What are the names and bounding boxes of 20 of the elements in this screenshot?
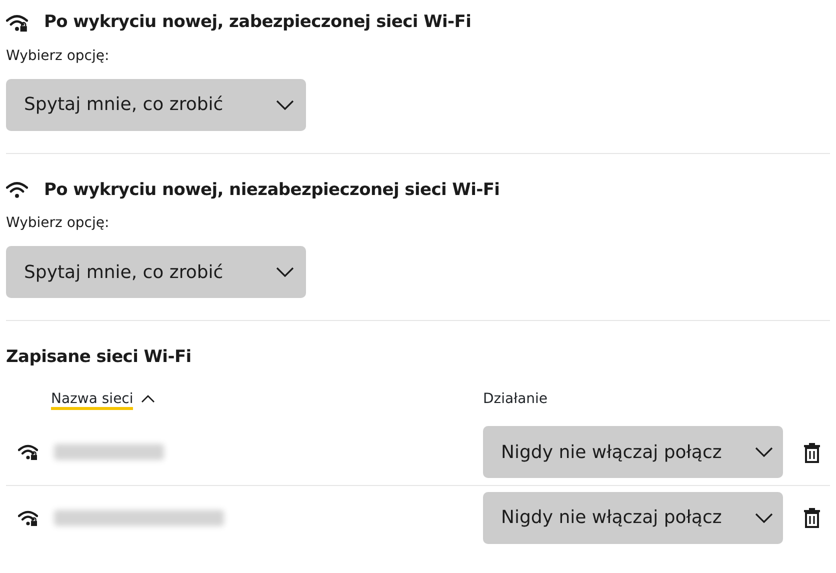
option-dropdown[interactable]: Spytaj mnie, co zrobić	[6, 78, 306, 130]
chevron-down-icon	[276, 267, 294, 277]
option-dropdown[interactable]: Spytaj mnie, co zrobić	[6, 246, 306, 298]
action-dropdown[interactable]: Nigdy nie włączaj połącz	[483, 492, 783, 544]
field-label: Wybierz opcję:	[6, 46, 110, 66]
delete-button[interactable]	[803, 440, 821, 464]
section-title: Po wykryciu nowej, niezabezpieczonej sieci Wi-Fi	[44, 178, 500, 202]
chevron-down-icon	[276, 100, 294, 110]
section-title: Po wykryciu nowej, zabezpieczonej sieci Wi-Fi	[44, 11, 472, 34]
delete-button[interactable]	[803, 506, 821, 530]
column-header[interactable]: Nazwa sieci	[51, 388, 134, 410]
trash-icon	[803, 507, 821, 530]
chevron-down-icon	[755, 447, 773, 457]
section-title: Zapisane sieci Wi-Fi	[6, 346, 192, 369]
column-header[interactable]: Działanie	[483, 388, 548, 410]
trash-icon	[803, 442, 821, 464]
field-label: Wybierz opcję:	[6, 214, 110, 233]
chevron-down-icon	[755, 512, 773, 522]
caret-up-icon	[141, 394, 156, 404]
action-dropdown[interactable]: Nigdy nie włączaj połącz	[483, 426, 783, 478]
